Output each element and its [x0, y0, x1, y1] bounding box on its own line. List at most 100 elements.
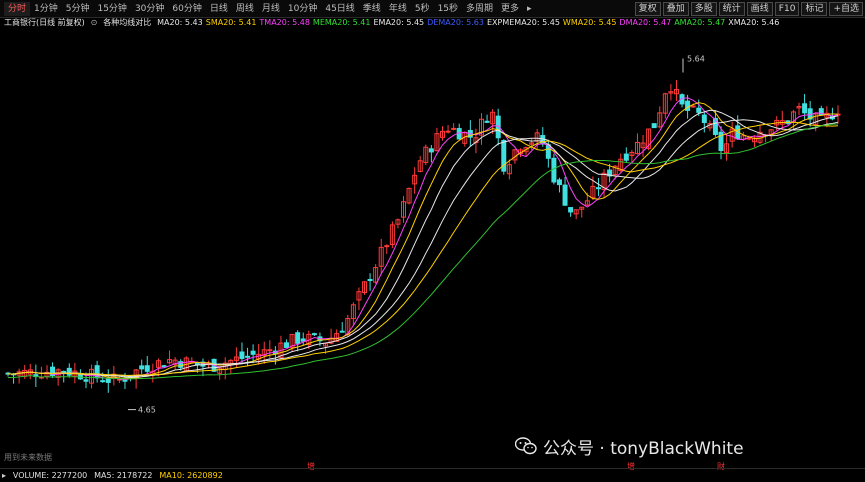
indicator-name[interactable]: 各种均线对比: [103, 18, 151, 27]
candle-body: [77, 373, 83, 380]
ma-value: MA20: 5.43: [157, 18, 203, 27]
toolbar-button[interactable]: 画线: [746, 2, 773, 16]
period-tab[interactable]: 5分钟: [62, 2, 94, 16]
candle-body: [445, 130, 451, 133]
indicator-info-bar: 工商银行(日线 前复权) ⊙ 各种均线对比 MA20: 5.43 SMA20: 5…: [0, 17, 865, 29]
circle-icon: ⊙: [90, 18, 98, 27]
candle-body: [690, 105, 696, 108]
candle-body: [267, 349, 273, 352]
ma-values: MA20: 5.43 SMA20: 5.41 TMA20: 5.48 MEMA20: …: [157, 18, 782, 27]
candle-body: [295, 332, 301, 344]
ma-line: [7, 109, 839, 378]
toolbar-button[interactable]: 标记: [801, 2, 828, 16]
candle-body: [144, 365, 150, 372]
candle-body: [556, 179, 562, 186]
expand-arrow-icon[interactable]: ▸: [2, 471, 6, 480]
candle-body: [802, 103, 808, 114]
candle-body: [284, 342, 290, 348]
period-tab[interactable]: 年线: [385, 2, 411, 16]
period-tab[interactable]: 季线: [359, 2, 385, 16]
candle-body: [384, 245, 390, 248]
ma5-value: MA5: 2178722: [94, 471, 153, 480]
kline-chart[interactable]: 5.64 4.65: [0, 29, 865, 464]
period-tab[interactable]: 15秒: [434, 2, 462, 16]
period-tab[interactable]: 周线: [232, 2, 258, 16]
ma-line: [7, 119, 839, 377]
period-tab[interactable]: 1分钟: [30, 2, 62, 16]
toolbar-button[interactable]: 统计: [718, 2, 745, 16]
ma-value: MEMA20: 5.41: [312, 18, 371, 27]
volume-value: VOLUME: 2277200: [12, 471, 88, 480]
candle-body: [484, 120, 490, 123]
candle-body: [651, 123, 657, 129]
candle-body: [746, 137, 752, 140]
period-tab[interactable]: 10分钟: [284, 2, 321, 16]
wechat-icon: [515, 437, 537, 455]
candle-body: [139, 365, 145, 370]
candlestick-svg[interactable]: 5.64 4.65: [0, 29, 865, 464]
candle-body: [685, 100, 691, 111]
candle-body: [122, 379, 128, 382]
ma-value: EMA20: 5.45: [373, 18, 425, 27]
high-price-label: 5.64: [687, 54, 705, 63]
period-tab[interactable]: 15分钟: [93, 2, 130, 16]
candle-body: [245, 355, 251, 358]
ma-line: [7, 121, 839, 376]
ma-value: DEMA20: 5.63: [427, 18, 484, 27]
period-tab[interactable]: 30分钟: [131, 2, 168, 16]
future-data-note: 用到未来数据: [4, 453, 52, 462]
ma-value: WMA20: 5.45: [562, 18, 617, 27]
watermark-text: 公众号 · tonyBlackWhite: [543, 438, 744, 459]
candle-body: [66, 367, 72, 376]
period-toolbar: 分时 1分钟 5分钟 15分钟 30分钟 60分钟 日线 周线 月线 10分钟 45日线 季线 年线 5秒…: [0, 0, 865, 18]
ma-line: [7, 123, 839, 380]
period-tabs: 分时 1分钟 5分钟 15分钟 30分钟 60分钟 日线 周线 月线 10分钟 45日线 季线 年线 5秒…: [4, 2, 536, 16]
candle-body: [339, 330, 345, 333]
candle-body: [83, 379, 89, 382]
ma-value: XMA20: 5.46: [728, 18, 780, 27]
watermark: 公众号 · tonyBlackWhite: [515, 434, 744, 459]
period-tab[interactable]: 月线: [258, 2, 284, 16]
candle-body: [595, 187, 601, 190]
right-toolbar: 复权 叠加 多股 统计 画线 F10 标记 +自选: [634, 2, 863, 16]
toolbar-button[interactable]: F10: [774, 2, 800, 16]
candle-body: [300, 338, 306, 342]
candle-body: [562, 184, 568, 206]
toolbar-button[interactable]: 多股: [690, 2, 717, 16]
candle-body: [696, 107, 702, 113]
ma-line: [7, 102, 839, 379]
period-tab[interactable]: 5秒: [411, 2, 434, 16]
toolbar-button[interactable]: 复权: [634, 2, 661, 16]
ma-value: SMA20: 5.41: [205, 18, 257, 27]
stock-name[interactable]: 工商银行(日线 前复权): [4, 18, 85, 27]
candle-body: [161, 365, 167, 368]
candle-body: [551, 157, 557, 183]
candle-body: [367, 278, 373, 282]
more-arrow-icon[interactable]: ▸: [523, 2, 536, 16]
toolbar-button[interactable]: +自选: [829, 2, 863, 16]
candle-body: [311, 333, 317, 336]
ma10-value: MA10: 2620892: [159, 471, 223, 480]
candle-body: [239, 351, 245, 359]
period-tab[interactable]: 分时: [4, 2, 31, 16]
candle-body: [100, 380, 106, 383]
toolbar-button[interactable]: 叠加: [662, 2, 689, 16]
ma-value: TMA20: 5.48: [259, 18, 310, 27]
candle-body: [701, 114, 707, 124]
period-tab[interactable]: 45日线: [321, 2, 358, 16]
volume-footer: ▸ VOLUME: 2277200 MA5: 2178722 MA10: 262…: [0, 468, 865, 482]
ma-line: [7, 97, 839, 381]
low-price-label: 4.65: [138, 406, 156, 415]
ma-value: AMA20: 5.47: [674, 18, 726, 27]
period-tab[interactable]: 60分钟: [168, 2, 205, 16]
period-tab[interactable]: 多周期: [462, 2, 497, 16]
candle-body: [250, 350, 256, 355]
candle-body: [623, 153, 629, 161]
period-tab[interactable]: 日线: [206, 2, 232, 16]
candle-body: [61, 370, 67, 374]
period-tab[interactable]: 更多: [497, 2, 523, 16]
candle-body: [428, 148, 434, 153]
candle-body: [568, 207, 574, 213]
ma-value: EXPMEMA20: 5.45: [486, 18, 560, 27]
candle-body: [105, 378, 111, 383]
